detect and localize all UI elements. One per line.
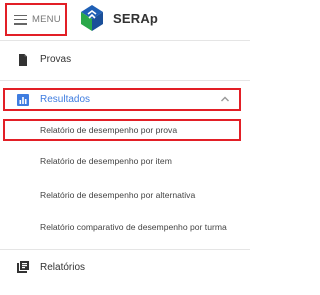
serap-logo-icon: [81, 5, 103, 31]
section-divider: [0, 80, 250, 81]
app-header: MENU SERAp: [0, 0, 250, 40]
submenu-item-desempenho-prova[interactable]: Relatório de desempenho por prova: [3, 119, 241, 141]
hamburger-icon: [14, 14, 27, 25]
section-divider: [0, 249, 250, 250]
sidebar-item-label: Relatórios: [40, 262, 86, 273]
library-books-icon: [17, 261, 29, 273]
submenu-item-label: Relatório de desempenho por item: [40, 156, 172, 166]
menu-button[interactable]: MENU: [5, 3, 67, 36]
chevron-up-icon[interactable]: [220, 95, 230, 103]
submenu-item-desempenho-alternativa[interactable]: Relatório de desempenho por alternativa: [0, 188, 250, 204]
menu-label: MENU: [32, 14, 61, 25]
submenu-item-comparativo-turma[interactable]: Relatório comparativo de desempenho por …: [0, 220, 250, 236]
sidebar-item-provas[interactable]: Provas: [0, 50, 250, 70]
document-icon: [19, 54, 27, 66]
app-brand: SERAp: [113, 11, 159, 26]
sidebar-item-relatorios[interactable]: Relatórios: [0, 258, 250, 278]
sidebar-item-label: Resultados: [40, 94, 91, 105]
bar-chart-icon: [17, 94, 29, 106]
submenu-item-desempenho-item[interactable]: Relatório de desempenho por item: [0, 154, 250, 170]
header-divider: [0, 40, 250, 41]
submenu-item-label: Relatório de desempenho por prova: [40, 125, 178, 135]
submenu-item-label: Relatório comparativo de desempenho por …: [40, 222, 227, 232]
sidebar-item-label: Provas: [40, 54, 72, 65]
sidebar-item-resultados[interactable]: Resultados: [3, 88, 241, 111]
submenu-item-label: Relatório de desempenho por alternativa: [40, 190, 196, 200]
